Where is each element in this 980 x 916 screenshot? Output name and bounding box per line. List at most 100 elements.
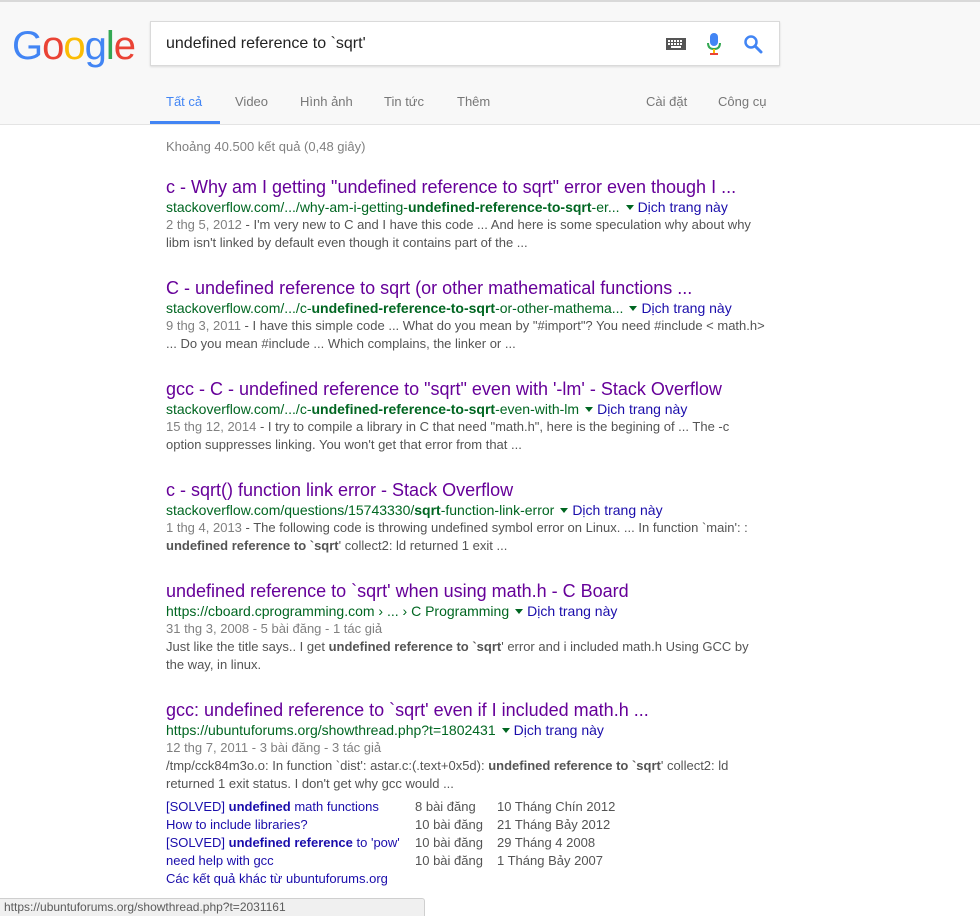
sitelink-highlight: undefined reference bbox=[228, 835, 353, 850]
result-url: stackoverflow.com/.../why-am-i-getting-u… bbox=[166, 198, 766, 216]
browser-status-bar: https://ubuntuforums.org/showthread.php?… bbox=[0, 898, 425, 916]
translate-link[interactable]: Dịch trang này bbox=[527, 603, 617, 619]
snippet-highlight: undefined reference to `sqrt bbox=[488, 758, 661, 773]
result-title-link[interactable]: undefined reference to `sqrt' when using… bbox=[166, 580, 766, 602]
url-part: stackoverflow.com/questions/15743330/ bbox=[166, 502, 415, 518]
sitelink-text: need help with gcc bbox=[166, 853, 274, 868]
sitelink-row: [SOLVED] undefined reference to 'pow' 10… bbox=[166, 834, 595, 852]
forum-sitelinks: [SOLVED] undefined math functions 8 bài … bbox=[166, 798, 615, 888]
result-url: https://ubuntuforums.org/showthread.php?… bbox=[166, 721, 766, 739]
search-header: Google Tất cả Video Hình ảnh Tin tức Thê… bbox=[0, 2, 980, 125]
sitelink-text: math functions bbox=[290, 799, 379, 814]
sitelink-date: 1 Tháng Bảy 2007 bbox=[497, 853, 604, 868]
caret-down-icon[interactable] bbox=[585, 406, 594, 412]
search-icon[interactable] bbox=[743, 34, 763, 54]
search-result: c - Why am I getting "undefined referenc… bbox=[166, 176, 766, 252]
result-snippet: 12 thg 7, 2011 - 3 bài đăng - 3 tác giả … bbox=[166, 739, 766, 793]
result-title-link[interactable]: gcc - C - undefined reference to "sqrt" … bbox=[166, 378, 766, 400]
translate-link[interactable]: Dịch trang này bbox=[514, 722, 604, 738]
result-meta: 31 thg 3, 2008 - 5 bài đăng - 1 tác giả bbox=[166, 621, 383, 636]
result-url: https://cboard.cprogramming.com › ... › … bbox=[166, 602, 766, 620]
snippet-text: - I have this simple code ... What do yo… bbox=[166, 318, 765, 351]
caret-down-icon[interactable] bbox=[515, 608, 524, 614]
url-part: https://cboard.cprogramming.com › ... › … bbox=[166, 603, 510, 619]
sitelink-post-count: 10 bài đăng bbox=[415, 817, 483, 832]
sitelink-title[interactable]: need help with gcc bbox=[166, 852, 274, 870]
microphone-icon[interactable] bbox=[706, 33, 722, 55]
search-tabs: Tất cả Video Hình ảnh Tin tức Thêm Cài đ… bbox=[0, 92, 980, 126]
sitelink-post-count: 10 bài đăng bbox=[415, 853, 483, 868]
keyboard-icon[interactable] bbox=[666, 38, 686, 50]
snippet-text: ' collect2: ld returned 1 exit ... bbox=[338, 538, 508, 553]
logo-letter: e bbox=[113, 24, 136, 68]
tab-tools[interactable]: Công cụ bbox=[718, 94, 766, 109]
sitelink-title[interactable]: [SOLVED] undefined reference to 'pow' bbox=[166, 834, 400, 852]
tab-images[interactable]: Hình ảnh bbox=[300, 94, 353, 109]
caret-down-icon[interactable] bbox=[501, 727, 510, 733]
result-meta: 12 thg 7, 2011 - 3 bài đăng - 3 tác giả bbox=[166, 740, 382, 755]
result-date: 2 thg 5, 2012 bbox=[166, 217, 242, 232]
url-part: -even-with-lm bbox=[495, 401, 580, 417]
logo-letter: o bbox=[42, 24, 64, 68]
caret-down-icon[interactable] bbox=[560, 507, 569, 513]
caret-down-icon[interactable] bbox=[625, 204, 634, 210]
result-stats: Khoảng 40.500 kết quả (0,48 giây) bbox=[166, 139, 366, 154]
url-part: https://ubuntuforums.org/showthread.php?… bbox=[166, 722, 496, 738]
tab-more[interactable]: Thêm bbox=[457, 94, 490, 109]
result-title-link[interactable]: c - sqrt() function link error - Stack O… bbox=[166, 479, 766, 501]
translate-link[interactable]: Dịch trang này bbox=[572, 502, 662, 518]
sitelink-highlight: undefined bbox=[228, 799, 291, 814]
google-logo[interactable]: Google bbox=[12, 24, 136, 69]
search-result: gcc - C - undefined reference to "sqrt" … bbox=[166, 378, 766, 454]
result-snippet: 9 thg 3, 2011 - I have this simple code … bbox=[166, 317, 766, 353]
snippet-text: /tmp/cck84m3o.o: In function `dist': ast… bbox=[166, 758, 489, 773]
search-result: c - sqrt() function link error - Stack O… bbox=[166, 479, 766, 555]
sitelink-row: [SOLVED] undefined math functions 8 bài … bbox=[166, 798, 615, 816]
search-result: C - undefined reference to sqrt (or othe… bbox=[166, 277, 766, 353]
translate-link[interactable]: Dịch trang này bbox=[597, 401, 687, 417]
result-title-link[interactable]: gcc: undefined reference to `sqrt' even … bbox=[166, 699, 766, 721]
url-highlight: sqrt bbox=[414, 502, 441, 518]
url-part: stackoverflow.com/.../c- bbox=[166, 300, 312, 316]
result-snippet: 15 thg 12, 2014 - I try to compile a lib… bbox=[166, 418, 766, 454]
result-title-link[interactable]: C - undefined reference to sqrt (or othe… bbox=[166, 277, 766, 299]
logo-letter: o bbox=[63, 24, 85, 68]
search-result: undefined reference to `sqrt' when using… bbox=[166, 580, 766, 674]
sitelink-date: 10 Tháng Chín 2012 bbox=[497, 799, 616, 814]
search-box bbox=[150, 21, 780, 66]
sitelink-post-count: 10 bài đăng bbox=[415, 835, 483, 850]
result-title-link[interactable]: c - Why am I getting "undefined referenc… bbox=[166, 176, 766, 198]
tab-news[interactable]: Tin tức bbox=[384, 94, 424, 109]
snippet-highlight: undefined reference to `sqrt bbox=[328, 639, 502, 654]
tab-settings[interactable]: Cài đặt bbox=[646, 94, 687, 109]
sitelink-title[interactable]: [SOLVED] undefined math functions bbox=[166, 798, 379, 816]
caret-down-icon[interactable] bbox=[629, 305, 638, 311]
url-part: stackoverflow.com/.../why-am-i-getting- bbox=[166, 199, 408, 215]
url-part: stackoverflow.com/.../c- bbox=[166, 401, 312, 417]
sitelink-date: 29 Tháng 4 2008 bbox=[497, 835, 596, 850]
tab-video[interactable]: Video bbox=[235, 94, 268, 109]
sitelink-text: [SOLVED] bbox=[166, 799, 229, 814]
sitelink-row: How to include libraries? 10 bài đăng 21… bbox=[166, 816, 610, 834]
result-date: 15 thg 12, 2014 bbox=[166, 419, 257, 434]
result-snippet: 2 thg 5, 2012 - I'm very new to C and I … bbox=[166, 216, 766, 252]
more-results-link[interactable]: Các kết quả khác từ ubuntuforums.org bbox=[166, 871, 388, 886]
result-date: 9 thg 3, 2011 bbox=[166, 318, 241, 333]
url-part: -er... bbox=[591, 199, 620, 215]
url-highlight: undefined-reference-to-sqrt bbox=[407, 199, 592, 215]
translate-link[interactable]: Dịch trang này bbox=[641, 300, 731, 316]
logo-letter: l bbox=[105, 24, 115, 68]
translate-link[interactable]: Dịch trang này bbox=[638, 199, 728, 215]
sitelink-post-count: 8 bài đăng bbox=[415, 799, 476, 814]
snippet-body: /tmp/cck84m3o.o: In function `dist': ast… bbox=[166, 757, 766, 793]
sitelink-text: to 'pow' bbox=[352, 835, 400, 850]
sitelink-text: How to include libraries? bbox=[166, 817, 308, 832]
search-result: gcc: undefined reference to `sqrt' even … bbox=[166, 699, 766, 793]
url-part: -function-link-error bbox=[440, 502, 555, 518]
sitelink-title[interactable]: How to include libraries? bbox=[166, 816, 308, 834]
result-url: stackoverflow.com/.../c-undefined-refere… bbox=[166, 400, 766, 418]
tab-all[interactable]: Tất cả bbox=[166, 94, 202, 109]
sitelink-row: need help with gcc 10 bài đăng 1 Tháng B… bbox=[166, 852, 603, 870]
search-input[interactable] bbox=[166, 22, 646, 65]
snippet-text: - I'm very new to C and I have this code… bbox=[166, 217, 751, 250]
